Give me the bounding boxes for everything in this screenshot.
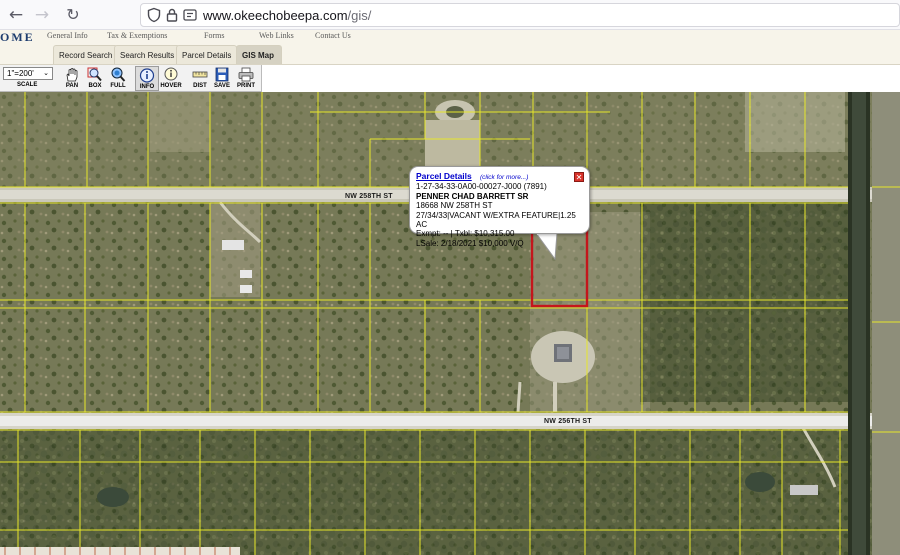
site-brand: OME [0, 30, 35, 44]
save-button[interactable]: SAVE [210, 66, 234, 91]
printer-icon [238, 67, 254, 82]
distance-tool-button[interactable]: DIST [188, 66, 212, 91]
owner-name: PENNER CHAD BARRETT SR [416, 191, 529, 201]
parcel-popup: Parcel Details (click for more...) 1-27-… [409, 166, 590, 248]
site-address: 18668 NW 258TH ST [416, 201, 493, 211]
address-bar[interactable]: www.okeechobeepa.com/gis/ [140, 3, 900, 27]
road-label-nw-256th-st: NW 256TH ST [544, 418, 592, 425]
parcel-id: 1-27-34-33-0A00-00027-J000 (7891) [416, 182, 547, 192]
full-extent-button[interactable]: FULL [106, 66, 130, 91]
info-tool-button[interactable]: INFO [135, 66, 159, 91]
print-button[interactable]: PRINT [234, 66, 258, 91]
tab-gis-map[interactable]: GIS Map [236, 45, 282, 64]
url-text: www.okeechobeepa.com/gis/ [203, 8, 372, 23]
back-arrow-icon[interactable]: ← [5, 4, 27, 26]
tab-search-results[interactable]: Search Results [114, 45, 181, 64]
menu-general-info[interactable]: General Info [47, 31, 88, 40]
ruler-icon [192, 71, 208, 78]
tab-parcel-details[interactable]: Parcel Details [176, 45, 238, 64]
land-use: 27/34/33|VACANT W/EXTRA FEATURE|1.25 AC [416, 210, 576, 230]
save-icon [215, 67, 229, 82]
hover-icon [164, 67, 178, 81]
menu-forms[interactable]: Forms [204, 31, 224, 40]
menu-contact-us[interactable]: Contact Us [315, 31, 351, 40]
exempt-taxable: Exmpt: -- | Txbl: $10,315.00 [416, 229, 515, 239]
parcel-details-link[interactable]: Parcel Details [416, 171, 472, 181]
site-header: OME General Info Tax & Exemptions Forms … [0, 30, 900, 65]
browser-toolbar: ← → ↻ www.okeechobeepa.com/gis/ [0, 0, 900, 30]
scale-label: SCALE [17, 82, 38, 88]
click-for-more-link[interactable]: (click for more...) [480, 174, 528, 181]
menu-tax-exemptions[interactable]: Tax & Exemptions [107, 31, 167, 40]
hover-tool-button[interactable]: HOVER [159, 66, 183, 91]
zoom-box-icon [87, 67, 102, 82]
shield-icon[interactable] [146, 7, 162, 23]
forward-arrow-icon[interactable]: → [31, 4, 53, 26]
scale-value: 1"=200' [7, 69, 34, 78]
pan-tool-button[interactable]: PAN [60, 66, 84, 91]
road-label-nw-258th-st: NW 258TH ST [345, 193, 393, 200]
zoom-full-icon [111, 67, 126, 82]
aerial-imagery [0, 92, 900, 555]
last-sale: LSale: 2/18/2021 $10,000 V/Q [416, 238, 524, 248]
box-zoom-button[interactable]: BOX [83, 66, 107, 91]
lock-icon[interactable] [164, 7, 180, 23]
reload-icon[interactable]: ↻ [62, 4, 84, 26]
tab-record-search[interactable]: Record Search [53, 45, 119, 64]
chevron-down-icon: ⌄ [43, 70, 49, 77]
permissions-icon[interactable] [182, 7, 198, 23]
info-icon [139, 68, 155, 83]
hand-icon [66, 68, 78, 82]
gis-map[interactable]: NW 258TH ST NW 256TH ST [0, 92, 900, 555]
map-toolbar: 1"=200' ⌄ SCALE PAN BOX FULL INFO HOVER … [0, 65, 262, 92]
close-icon[interactable]: ✕ [574, 172, 584, 182]
menu-web-links[interactable]: Web Links [259, 31, 294, 40]
scale-select[interactable]: 1"=200' ⌄ [3, 67, 53, 80]
